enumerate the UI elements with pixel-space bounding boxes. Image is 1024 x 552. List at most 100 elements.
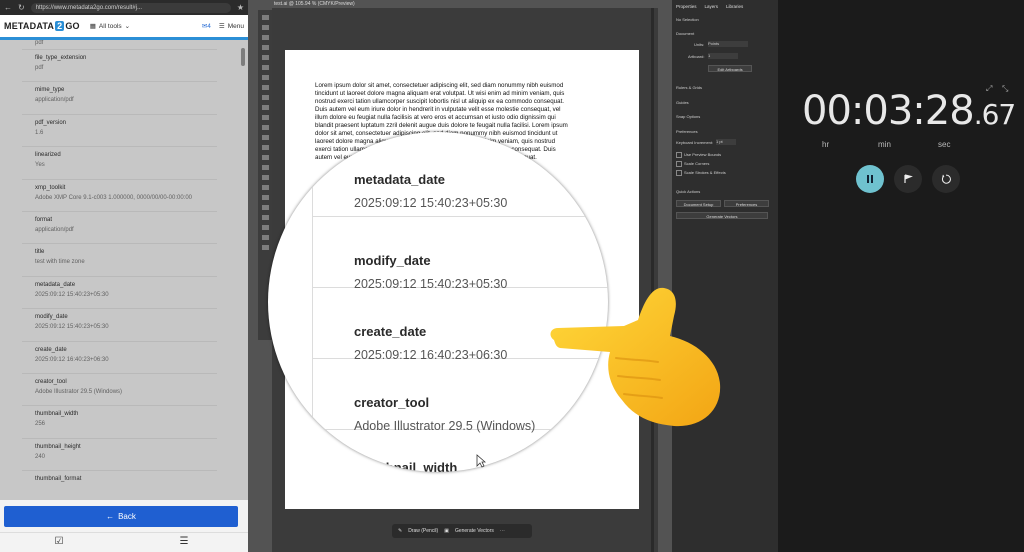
metadata-key: thumbnail_format (35, 476, 82, 483)
edit-artboards-button[interactable]: Edit Artboards (708, 65, 752, 72)
list-item: format application/pdf (22, 212, 217, 245)
flag-icon (904, 174, 913, 183)
menu-button[interactable]: ☰ Menu (219, 22, 244, 31)
tab-libraries[interactable]: Libraries (726, 4, 743, 9)
metadata-key: thumbnail_width (35, 411, 79, 418)
selection-tool-icon[interactable] (261, 15, 269, 20)
magnified-list-item: metadata_date 2025:09:12 15:40:23+05:30 (312, 132, 608, 217)
pointing-hand-icon (550, 287, 721, 427)
zoom-tool-icon[interactable] (261, 235, 269, 240)
free-transform-tool-icon[interactable] (261, 165, 269, 170)
metadata-value: Adobe XMP Core 9.1-c003 1.000000, 0000/0… (35, 194, 193, 201)
artboard-tool-icon[interactable] (261, 215, 269, 220)
hr-label: hr (822, 140, 830, 149)
list-item: pdf_version 1.6 (22, 115, 217, 148)
scrollbar[interactable] (240, 48, 246, 496)
keyboard-increment-label: Keyboard Increment: (676, 140, 714, 145)
tab-properties[interactable]: Properties (676, 4, 697, 9)
gradient-tool-icon[interactable] (261, 185, 269, 190)
eyedropper-tool-icon[interactable] (261, 195, 269, 200)
artboard-select[interactable]: 1 (708, 53, 738, 59)
scrollbar-thumb[interactable] (241, 48, 245, 66)
metadata-value: 2025:09:12 16:40:23+06:30 (35, 356, 109, 363)
no-selection-label: No Selection (676, 17, 699, 22)
metadata-key: create_date (35, 346, 67, 353)
extensions-icon[interactable]: ★ (237, 0, 244, 15)
check-square-icon[interactable]: ☑ (53, 536, 65, 548)
vectors-icon: ▣ (444, 528, 449, 534)
centiseconds-value: 67 (981, 98, 1017, 131)
refresh-icon[interactable]: ↻ (18, 0, 25, 15)
lap-button[interactable] (894, 165, 922, 193)
document-tab[interactable]: test.ai @ 105.94 % (CMYK/Preview) (274, 0, 355, 8)
notifications-button[interactable]: ✉4 (202, 22, 211, 30)
lasso-tool-icon[interactable] (261, 45, 269, 50)
preferences-button[interactable]: Preferences (724, 200, 769, 207)
metadata-value: 2025:09:12 15:40:23+05:30 (35, 324, 109, 331)
magic-wand-tool-icon[interactable] (261, 35, 269, 40)
blend-tool-icon[interactable] (261, 205, 269, 210)
snap-options-label: Snap Options (676, 114, 701, 119)
units-select[interactable]: Points (708, 41, 748, 47)
back-button[interactable]: ← Back (4, 506, 238, 527)
list-icon[interactable]: ☰ (178, 536, 190, 548)
magnified-key: metadata_date (354, 172, 446, 187)
line-tool-icon[interactable] (261, 85, 269, 90)
address-bar[interactable]: https://www.metadata2go.com/result#j... (30, 2, 231, 13)
fill-stroke-icon[interactable] (261, 245, 269, 250)
generate-vectors-button[interactable]: Generate Vectors (676, 212, 768, 219)
tab-layers[interactable]: Layers (705, 4, 719, 9)
scale-corners-checkbox[interactable]: Scale Corners (676, 161, 709, 167)
eraser-tool-icon[interactable] (261, 125, 269, 130)
rotate-tool-icon[interactable] (261, 135, 269, 140)
pause-button[interactable] (856, 165, 884, 193)
all-tools-dropdown[interactable]: ▦ All tools ⌄ (90, 22, 130, 31)
metadata-value: Adobe Illustrator 29.5 (Windows) (35, 388, 123, 395)
metadata-key: mime_type (35, 87, 65, 94)
document-setup-button[interactable]: Document Setup (676, 200, 721, 207)
direct-selection-tool-icon[interactable] (261, 25, 269, 30)
metadata-value: application/pdf (35, 97, 74, 104)
reset-button[interactable] (932, 165, 960, 193)
metadata-key: thumbnail_height (35, 443, 81, 450)
metadata-key: linearized (35, 152, 61, 159)
checkbox-icon (676, 152, 682, 158)
hand-tool-icon[interactable] (261, 225, 269, 230)
site-logo[interactable]: METADATA 2 GO (4, 21, 80, 31)
shape-builder-tool-icon[interactable] (261, 175, 269, 180)
checkbox-icon (676, 161, 682, 167)
scale-tool-icon[interactable] (261, 145, 269, 150)
back-arrow-icon[interactable]: ← (4, 0, 12, 15)
curvature-tool-icon[interactable] (261, 65, 269, 70)
generate-vectors-taskbar-button[interactable]: Generate Vectors (455, 528, 494, 534)
metadata-value: 240 (35, 453, 46, 460)
document-heading: Document (676, 31, 695, 36)
quick-actions-heading: Quick Actions (676, 189, 701, 194)
units-label: Units: (694, 42, 705, 47)
stopwatch-readout: 00:03:28.67 (802, 88, 1017, 134)
list-item: file_type_extension pdf (22, 50, 217, 83)
site-header: METADATA 2 GO ▦ All tools ⌄ ✉4 ☰ Menu (0, 15, 248, 40)
list-item: xmp_toolkit Adobe XMP Core 9.1-c003 1.000… (22, 180, 217, 212)
list-item: thumbnail_height 240 (22, 439, 217, 472)
rulers-grids-label: Rulers & Grids (676, 85, 703, 90)
pencil-tool-icon[interactable] (261, 115, 269, 120)
pen-tool-icon[interactable] (261, 55, 269, 60)
metadata-value: pdf (35, 65, 44, 71)
metadata-key: xmp_toolkit (35, 184, 66, 191)
draw-pencil-button[interactable]: Draw (Pencil) (408, 528, 438, 534)
use-preview-bounds-checkbox[interactable]: Use Preview Bounds (676, 152, 721, 158)
width-tool-icon[interactable] (261, 155, 269, 160)
list-item: create_date 2025:09:12 16:40:23+06:30 (22, 342, 217, 374)
metadata-key: metadata_date (35, 281, 76, 288)
rectangle-tool-icon[interactable] (261, 95, 269, 100)
mouse-cursor-icon (476, 454, 486, 468)
magnified-list-item: thumbnail_width (312, 430, 608, 472)
metadata-value: 2025:09:12 15:40:23+05:30 (35, 291, 109, 298)
list-item: title test with time zone (22, 244, 217, 277)
more-icon[interactable]: ⋯ (500, 528, 505, 534)
paintbrush-tool-icon[interactable] (261, 105, 269, 110)
type-tool-icon[interactable] (261, 75, 269, 80)
keyboard-increment-input[interactable]: 1 pt (716, 139, 736, 145)
scale-strokes-checkbox[interactable]: Scale Strokes & Effects (676, 170, 726, 176)
